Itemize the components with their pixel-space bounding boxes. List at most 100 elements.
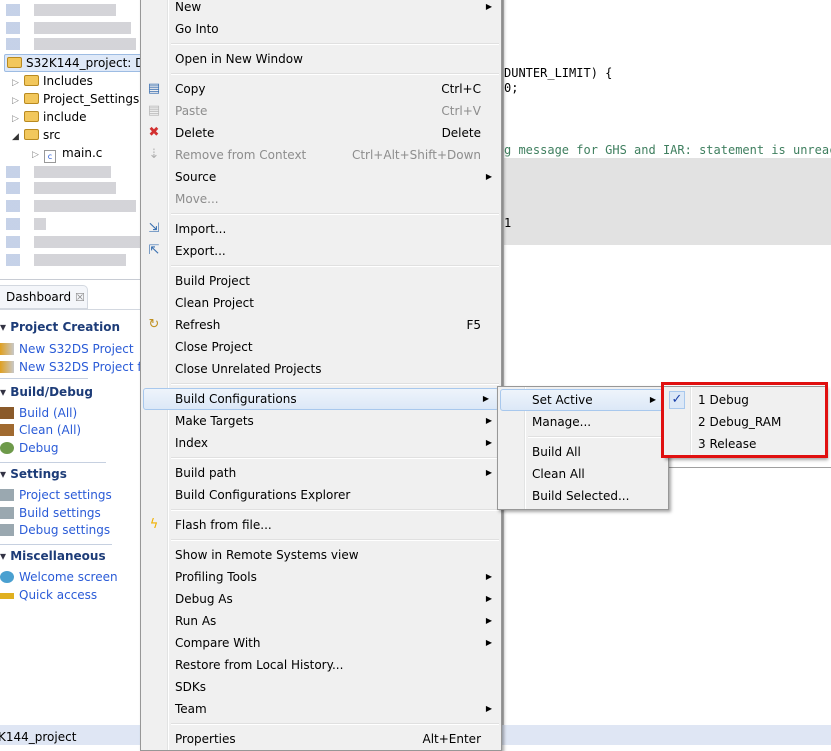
- tree-item-includes[interactable]: ▷ Includes: [12, 72, 93, 90]
- link-project-settings[interactable]: Project settings: [19, 488, 112, 502]
- menu-item-set-active[interactable]: Set Active ▶: [500, 389, 666, 411]
- menu-item-run-as[interactable]: Run As ▶: [141, 610, 501, 632]
- menu-item-close-project[interactable]: Close Project: [141, 336, 501, 358]
- menu-item-remove-from-context[interactable]: ⇣ Remove from Context Ctrl+Alt+Shift+Down: [141, 144, 501, 166]
- menu-item-delete[interactable]: ✖ Delete Delete: [141, 122, 501, 144]
- link-build-all[interactable]: Build (All): [19, 406, 77, 420]
- link-new-s32ds-project-from[interactable]: New S32DS Project from: [19, 360, 140, 374]
- menu-item-label: Compare With: [175, 636, 261, 650]
- menu-item-label: Close Project: [175, 340, 253, 354]
- submenu-arrow-icon: ▶: [485, 616, 492, 625]
- menu-item-build-selected[interactable]: Build Selected...: [498, 485, 668, 507]
- highlight-box: [661, 382, 828, 458]
- debug-settings-icon: [0, 524, 14, 536]
- divider: [669, 467, 831, 468]
- copy-icon: ▤: [147, 81, 161, 96]
- tree-item-project-settings[interactable]: ▷ Project_Settings: [12, 90, 139, 108]
- shortcut-label: Ctrl+C: [441, 82, 481, 96]
- menu-item-label: Import...: [175, 222, 227, 236]
- project-node[interactable]: S32K144_project: Deb: [4, 54, 140, 72]
- link-debug-settings[interactable]: Debug settings: [19, 523, 110, 537]
- submenu-arrow-icon: ▶: [485, 638, 492, 647]
- refresh-icon: ↻: [148, 317, 160, 332]
- menu-item-label: Open in New Window: [175, 52, 303, 66]
- link-build-settings[interactable]: Build settings: [19, 506, 101, 520]
- section-build-debug[interactable]: Build/Debug: [0, 385, 93, 399]
- menu-item-label: Build Project: [175, 274, 250, 288]
- menu-separator: [141, 40, 501, 48]
- menu-item-build-path[interactable]: Build path ▶: [141, 462, 501, 484]
- submenu-arrow-icon: ▶: [485, 704, 492, 713]
- menu-item-build-project[interactable]: Build Project: [141, 270, 501, 292]
- menu-item-copy[interactable]: ▤ Copy Ctrl+C: [141, 78, 501, 100]
- menu-item-label: Clean Project: [175, 296, 254, 310]
- menu-item-clean-project[interactable]: Clean Project: [141, 292, 501, 314]
- context-menu: New ▶ Go Into Open in New Window ▤ Copy Ctrl+C…: [140, 0, 502, 751]
- menu-item-index[interactable]: Index ▶: [141, 432, 501, 454]
- bug-icon: [0, 442, 14, 454]
- menu-item-build-all[interactable]: Build All: [498, 441, 668, 463]
- menu-item-label: Build path: [175, 466, 237, 480]
- link-clean-all[interactable]: Clean (All): [19, 423, 81, 437]
- menu-item-refresh[interactable]: ↻ Refresh F5: [141, 314, 501, 336]
- close-tab-icon[interactable]: ☒: [75, 291, 85, 304]
- tree-item-main-c[interactable]: ▷ c main.c: [32, 144, 102, 164]
- c-file-icon: c: [44, 150, 56, 163]
- menu-item-label: Build All: [532, 445, 581, 459]
- menu-item-open-in-new-window[interactable]: Open in New Window: [141, 48, 501, 70]
- link-debug[interactable]: Debug: [19, 441, 58, 455]
- editor-area[interactable]: DUNTER_LIMIT) { 0; g message for GHS and…: [500, 0, 831, 725]
- project-settings-icon: [0, 489, 14, 501]
- menu-item-label: Index: [175, 436, 209, 450]
- menu-item-manage[interactable]: Manage...: [498, 411, 668, 433]
- link-new-s32ds-project[interactable]: New S32DS Project: [19, 342, 134, 356]
- menu-item-paste[interactable]: ▤ Paste Ctrl+V: [141, 100, 501, 122]
- menu-item-compare-with[interactable]: Compare With ▶: [141, 632, 501, 654]
- tree-label: Includes: [43, 74, 93, 88]
- menu-item-flash-from-file[interactable]: ϟ Flash from file...: [141, 514, 501, 536]
- menu-item-import[interactable]: ⇲ Import...: [141, 218, 501, 240]
- link-quick-access[interactable]: Quick access: [19, 588, 97, 602]
- menu-item-team[interactable]: Team ▶: [141, 698, 501, 720]
- menu-item-label: Refresh: [175, 318, 221, 332]
- shortcut-label: Delete: [441, 126, 481, 140]
- menu-item-properties[interactable]: Properties Alt+Enter: [141, 728, 501, 750]
- shortcut-label: Ctrl+V: [441, 104, 481, 118]
- menu-item-build-configurations[interactable]: Build Configurations ▶: [143, 388, 499, 410]
- menu-item-show-in-remote-systems-view[interactable]: Show in Remote Systems view: [141, 544, 501, 566]
- new-project-from-icon: [0, 361, 14, 373]
- menu-item-label: Show in Remote Systems view: [175, 548, 359, 562]
- menu-item-close-unrelated-projects[interactable]: Close Unrelated Projects: [141, 358, 501, 380]
- link-welcome-screen[interactable]: Welcome screen: [19, 570, 118, 584]
- menu-item-label: Build Configurations Explorer: [175, 488, 351, 502]
- tree-item-src[interactable]: ◢ src: [12, 126, 61, 144]
- menu-item-build-configurations-explorer[interactable]: Build Configurations Explorer: [141, 484, 501, 506]
- expand-icon[interactable]: ▷: [32, 146, 44, 164]
- menu-item-export[interactable]: ⇱ Export...: [141, 240, 501, 262]
- menu-item-go-into[interactable]: Go Into: [141, 18, 501, 40]
- menu-item-sdks[interactable]: SDKs: [141, 676, 501, 698]
- tree-item-include[interactable]: ▷ include: [12, 108, 86, 126]
- dashboard-tab[interactable]: Dashboard ☒: [0, 285, 88, 309]
- menu-item-clean-all[interactable]: Clean All: [498, 463, 668, 485]
- menu-item-new[interactable]: New ▶: [141, 0, 501, 18]
- menu-item-restore-from-local-history[interactable]: Restore from Local History...: [141, 654, 501, 676]
- submenu-arrow-icon: ▶: [485, 416, 492, 425]
- section-settings[interactable]: Settings: [0, 467, 67, 481]
- section-miscellaneous[interactable]: Miscellaneous: [0, 549, 105, 563]
- menu-item-label: Paste: [175, 104, 208, 118]
- menu-item-profiling-tools[interactable]: Profiling Tools ▶: [141, 566, 501, 588]
- submenu-arrow-icon: ▶: [485, 594, 492, 603]
- collapse-icon[interactable]: ◢: [12, 128, 24, 146]
- includes-icon: [24, 75, 39, 86]
- menu-item-debug-as[interactable]: Debug As ▶: [141, 588, 501, 610]
- submenu-arrow-icon: ▶: [485, 572, 492, 581]
- menu-item-label: Build Configurations: [175, 392, 297, 406]
- section-project-creation[interactable]: Project Creation: [0, 320, 120, 334]
- menu-item-source[interactable]: Source ▶: [141, 166, 501, 188]
- menu-item-make-targets[interactable]: Make Targets ▶: [141, 410, 501, 432]
- menu-item-label: Export...: [175, 244, 226, 258]
- menu-item-label: Close Unrelated Projects: [175, 362, 322, 376]
- remove-context-icon: ⇣: [148, 147, 160, 162]
- menu-item-move[interactable]: Move...: [141, 188, 501, 210]
